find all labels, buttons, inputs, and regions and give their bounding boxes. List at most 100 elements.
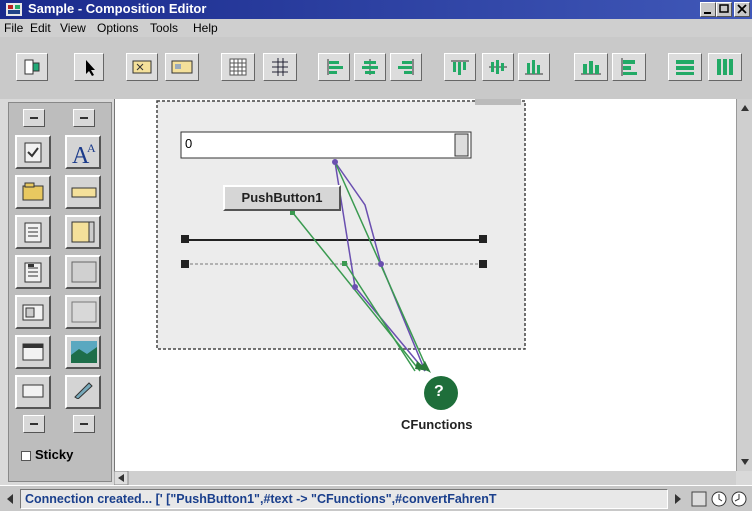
category-scroll-down-button[interactable] <box>23 415 45 433</box>
menu-options[interactable]: Options <box>97 21 138 35</box>
match-height-icon <box>717 59 733 75</box>
maximize-button[interactable] <box>716 2 732 17</box>
selection-tool-button[interactable] <box>74 53 104 81</box>
category-folders[interactable] <box>15 175 51 209</box>
snap-grid-icon <box>272 58 288 76</box>
folder-icon <box>22 182 44 201</box>
parts-scroll-down-button[interactable] <box>73 415 95 433</box>
entry-field-part <box>180 131 472 159</box>
selection-handle <box>181 260 189 268</box>
scroll-left-icon[interactable] <box>4 492 16 506</box>
choose-part-button[interactable] <box>16 53 48 81</box>
copy-part-button[interactable] <box>126 53 158 81</box>
composition-drawing <box>156 99 526 410</box>
composer-icon <box>22 304 44 321</box>
part-graphic[interactable] <box>65 335 101 369</box>
clipboard-check-icon <box>24 142 42 163</box>
canvas-icon <box>71 301 97 323</box>
align-left-button[interactable] <box>318 53 350 81</box>
minimize-button[interactable] <box>700 2 716 17</box>
part-paint[interactable] <box>65 375 101 409</box>
notebook-icon <box>24 262 42 283</box>
minus-icon <box>30 423 38 425</box>
clock-icon[interactable] <box>710 490 728 508</box>
pushbutton1-part[interactable]: PushButton1 <box>223 185 341 211</box>
paste-part-icon <box>171 60 193 74</box>
menu-help[interactable]: Help <box>193 21 218 35</box>
distribute-horizontal-button[interactable] <box>574 53 608 81</box>
category-frames[interactable] <box>15 335 51 369</box>
category-composers[interactable] <box>15 295 51 329</box>
folder-icon <box>22 384 44 398</box>
grid-button[interactable] <box>221 53 255 81</box>
menu-edit[interactable]: Edit <box>30 21 51 35</box>
part-multi-line-edit[interactable] <box>65 215 101 249</box>
horizontal-scrollbar[interactable] <box>113 470 736 486</box>
menu-file[interactable]: File <box>4 21 23 35</box>
align-center-icon <box>362 59 378 75</box>
vertical-scrollbar[interactable] <box>736 99 752 471</box>
sticky-label: Sticky <box>35 447 74 462</box>
connection-anchor <box>378 261 384 267</box>
paste-part-button[interactable] <box>165 53 199 81</box>
scrollbar-arrows <box>113 470 129 486</box>
category-data-entry[interactable] <box>15 135 51 169</box>
snap-to-grid-button[interactable] <box>263 53 297 81</box>
status-bar: Connection created... [' ["PushButton1",… <box>0 485 752 511</box>
choose-part-icon <box>24 59 40 75</box>
clock-icon[interactable] <box>730 490 748 508</box>
part-static-text[interactable]: AA <box>65 135 101 169</box>
distribute-vertical-button[interactable] <box>612 53 646 81</box>
copy-part-icon <box>132 60 152 74</box>
part-entry-field[interactable] <box>65 175 101 209</box>
box-icon[interactable] <box>690 490 708 508</box>
grid-icon <box>229 58 247 76</box>
distribute-horizontal-icon <box>581 61 601 75</box>
arrow-pointer-icon <box>86 60 95 76</box>
align-bottom-icon <box>525 60 543 75</box>
category-lists[interactable] <box>15 215 51 249</box>
selection-handle <box>181 235 189 243</box>
align-middle-icon <box>489 60 507 74</box>
connection-anchor <box>352 284 358 290</box>
frame-window-icon <box>22 343 44 361</box>
text-font-icon: AA <box>72 141 96 167</box>
align-left-icon <box>327 59 343 75</box>
category-notebooks[interactable] <box>15 255 51 289</box>
free-form-surface[interactable]: 0 PushButton1 ? CFunctions <box>114 99 736 471</box>
close-button[interactable] <box>734 2 750 17</box>
list-icon <box>24 222 42 243</box>
minus-icon <box>80 423 88 425</box>
question-mark-icon: ? <box>434 383 444 400</box>
part-group-box[interactable] <box>65 255 101 289</box>
cfunctions-label: CFunctions <box>401 417 473 432</box>
align-middle-button[interactable] <box>482 53 514 81</box>
menu-tools[interactable]: Tools <box>150 21 178 35</box>
window-title: Sample - Composition Editor <box>28 1 207 16</box>
match-width-button[interactable] <box>668 53 702 81</box>
title-bar: Sample - Composition Editor <box>0 0 752 19</box>
part-canvas[interactable] <box>65 295 101 329</box>
paintbrush-icon <box>74 382 93 399</box>
align-right-button[interactable] <box>390 53 422 81</box>
arrowhead-icon <box>421 361 431 373</box>
menu-view[interactable]: View <box>60 21 86 35</box>
align-right-icon <box>398 59 414 75</box>
align-center-button[interactable] <box>354 53 386 81</box>
category-scroll-up-button[interactable] <box>23 109 45 127</box>
parts-scroll-up-button[interactable] <box>73 109 95 127</box>
align-bottom-button[interactable] <box>518 53 550 81</box>
align-top-icon <box>451 60 469 75</box>
selection-handle <box>479 235 487 243</box>
scroll-right-icon[interactable] <box>672 492 684 506</box>
sticky-checkbox[interactable] <box>21 451 31 461</box>
toolbar <box>0 37 752 99</box>
group-box-icon <box>71 261 97 283</box>
match-height-button[interactable] <box>708 53 742 81</box>
distribute-vertical-icon <box>621 58 637 76</box>
menu-bar: File Edit View Options Tools Help <box>0 19 752 37</box>
svg-text:A: A <box>87 141 96 155</box>
spin-button-icon <box>454 133 469 157</box>
align-top-button[interactable] <box>444 53 476 81</box>
category-other[interactable] <box>15 375 51 409</box>
